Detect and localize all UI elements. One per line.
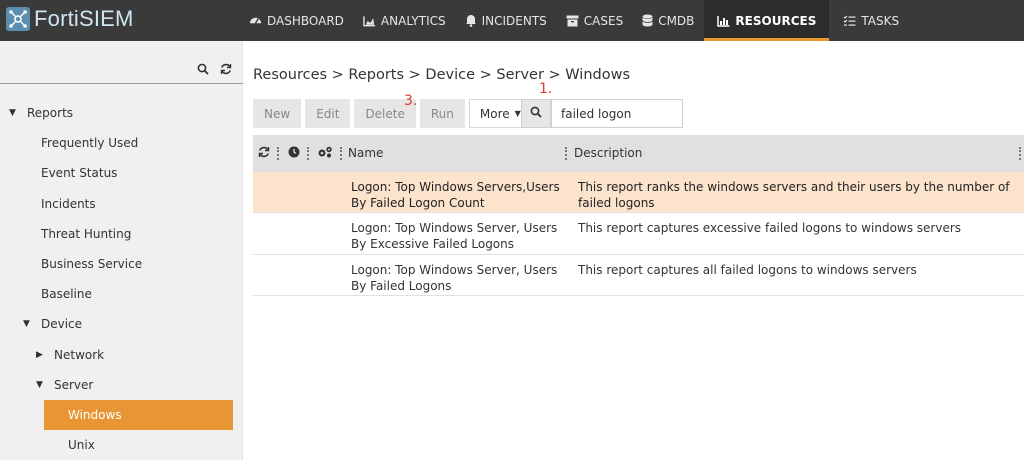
search-icon	[530, 106, 542, 121]
nav-cmdb[interactable]: CMDB	[633, 0, 703, 41]
main-nav: DASHBOARD ANALYTICS INCIDENTS CASES CMDB	[240, 0, 909, 41]
report-name-cell: Logon: Top Windows Server, Users By Exce…	[351, 221, 558, 252]
column-resize-handle[interactable]	[565, 147, 567, 160]
sidebar-search-bar[interactable]	[0, 58, 243, 84]
report-grid: Logon: Top Windows Servers,Users By Fail…	[253, 172, 1024, 296]
tree-item-label: Windows	[68, 407, 122, 422]
nav-cases[interactable]: CASES	[557, 0, 632, 41]
task-list-icon	[843, 15, 856, 27]
annotation-one: 1.	[539, 81, 553, 97]
tree-item-label: Reports	[27, 106, 74, 121]
tree-item-business-service[interactable]: Business Service	[0, 249, 243, 279]
report-description-cell: This report captures excessive failed lo…	[578, 221, 962, 236]
report-tree: ▼ Reports Frequently Used Event Status I…	[0, 98, 243, 460]
chart-area-icon	[363, 15, 376, 27]
bell-icon	[465, 14, 477, 27]
tree-item-label: Event Status	[41, 166, 118, 181]
report-description-cell: This report ranks the windows servers an…	[578, 180, 1010, 210]
tree-item-label: Threat Hunting	[41, 226, 132, 241]
nav-resources[interactable]: RESOURCES	[704, 0, 830, 41]
tree-item-incidents[interactable]: Incidents	[0, 189, 243, 219]
caret-down-icon[interactable]: ▼	[23, 319, 35, 329]
edit-button[interactable]: Edit	[305, 99, 351, 128]
search-button[interactable]	[521, 99, 551, 128]
refresh-icon[interactable]	[258, 146, 270, 161]
nav-tasks-label: TASKS	[861, 13, 900, 28]
nav-analytics[interactable]: ANALYTICS	[354, 0, 455, 41]
column-resize-handle[interactable]	[1019, 147, 1021, 160]
tree-item-unix[interactable]: Unix	[0, 430, 243, 460]
report-toolbar: New Edit Delete Run More ▼	[253, 99, 536, 128]
tree-item-label: Frequently Used	[41, 136, 139, 151]
caret-down-icon[interactable]: ▼	[9, 108, 21, 118]
breadcrumb: Resources > Reports > Device > Server > …	[253, 67, 631, 83]
caret-down-icon: ▼	[514, 109, 521, 118]
search-icon[interactable]	[197, 63, 209, 78]
tree-item-label: Business Service	[41, 257, 143, 272]
column-header-name[interactable]: Name	[348, 146, 383, 160]
nav-cmdb-label: CMDB	[658, 13, 695, 28]
tree-item-label: Device	[41, 317, 83, 332]
nav-dashboard[interactable]: DASHBOARD	[240, 0, 353, 41]
tree-item-event-status[interactable]: Event Status	[0, 158, 243, 188]
annotation-three: 3.	[404, 93, 418, 109]
tree-item-baseline[interactable]: Baseline	[0, 279, 243, 309]
app-title: FortiSIEM	[34, 6, 134, 31]
tree-item-label: Incidents	[41, 196, 96, 211]
nav-analytics-label: ANALYTICS	[380, 13, 446, 28]
grid-header: Name Description	[253, 135, 1024, 172]
tree-item-network[interactable]: ▶ Network	[0, 340, 243, 370]
nav-resources-label: RESOURCES	[735, 13, 817, 28]
caret-right-icon[interactable]: ▶	[36, 350, 48, 360]
tree-item-frequently-used[interactable]: Frequently Used	[0, 128, 243, 158]
clock-icon[interactable]	[288, 146, 300, 161]
tree-item-reports[interactable]: ▼ Reports	[0, 98, 243, 128]
report-name-cell: Logon: Top Windows Server, Users By Fail…	[351, 262, 558, 293]
more-button-label: More	[479, 106, 510, 121]
run-button[interactable]: Run	[419, 99, 465, 128]
column-resize-handle[interactable]	[277, 147, 279, 160]
nav-dashboard-label: DASHBOARD	[267, 13, 344, 28]
nav-tasks[interactable]: TASKS	[834, 0, 908, 41]
tree-item-device[interactable]: ▼ Device	[0, 309, 243, 339]
nav-incidents-label: INCIDENTS	[481, 13, 547, 28]
dashboard-gauge-icon	[249, 14, 262, 27]
nav-incidents[interactable]: INCIDENTS	[456, 0, 556, 41]
column-resize-handle[interactable]	[307, 147, 309, 160]
tree-item-threat-hunting[interactable]: Threat Hunting	[0, 219, 243, 249]
report-description-cell: This report captures all failed logons t…	[578, 262, 917, 277]
new-button[interactable]: New	[253, 99, 302, 128]
table-row[interactable]: Logon: Top Windows Server, Users By Exce…	[253, 213, 1024, 255]
network-logo-icon	[6, 7, 30, 31]
top-nav-bar: FortiSIEM DASHBOARD ANALYTICS INCIDENTS …	[0, 0, 1024, 41]
report-name-cell: Logon: Top Windows Servers,Users By Fail…	[351, 180, 560, 210]
bar-chart-icon	[717, 15, 730, 27]
refresh-icon[interactable]	[220, 63, 232, 78]
tree-item-label: Baseline	[41, 287, 92, 302]
gears-icon[interactable]	[317, 146, 333, 161]
tree-item-label: Unix	[68, 438, 95, 453]
search-input[interactable]	[551, 99, 683, 128]
archive-box-icon	[566, 15, 579, 27]
tree-item-server[interactable]: ▼ Server	[0, 370, 243, 400]
caret-down-icon[interactable]: ▼	[36, 380, 48, 390]
sidebar: ▼ Reports Frequently Used Event Status I…	[0, 41, 243, 460]
fortisiem-logo[interactable]: FortiSIEM	[6, 4, 134, 34]
column-resize-handle[interactable]	[340, 147, 342, 160]
tree-item-windows[interactable]: Windows	[44, 399, 233, 431]
table-row[interactable]: Logon: Top Windows Server, Users By Fail…	[253, 254, 1024, 296]
table-row[interactable]: Logon: Top Windows Servers,Users By Fail…	[253, 172, 1024, 214]
database-icon	[642, 14, 654, 27]
tree-item-label: Server	[54, 377, 94, 392]
column-header-description[interactable]: Description	[574, 146, 642, 160]
nav-cases-label: CASES	[583, 13, 624, 28]
tree-item-label: Network	[54, 347, 105, 362]
